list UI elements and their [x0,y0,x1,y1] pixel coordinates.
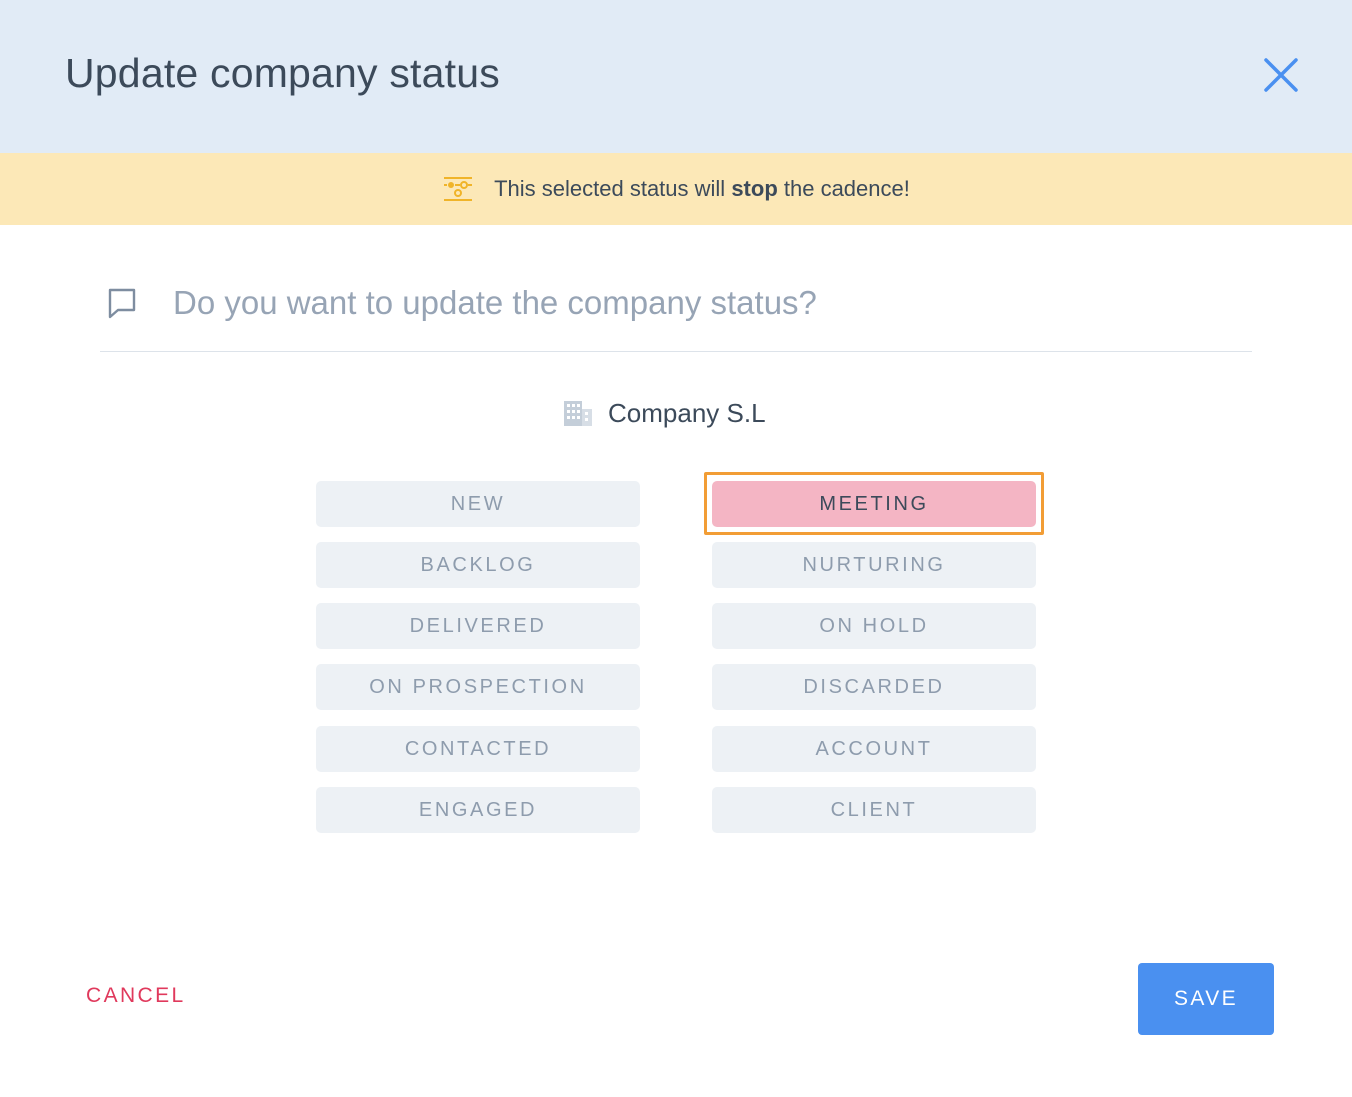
update-status-modal: Update company status This selected stat… [0,0,1352,1097]
comment-icon [108,288,136,319]
question-text: Do you want to update the company status… [173,284,817,321]
modal-header: Update company status [0,0,1352,153]
company-label: Company S.L [562,396,766,430]
warning-banner: This selected status will stop the caden… [0,153,1352,225]
status-on-prospection-button[interactable]: ON PROSPECTION [316,664,640,710]
building-icon [564,401,592,426]
warning-text-before: This selected status will [494,176,732,201]
status-client-button[interactable]: CLIENT [712,787,1036,833]
status-discarded-button[interactable]: DISCARDED [712,664,1036,710]
save-button[interactable]: SAVE [1138,963,1274,1035]
status-engaged-button[interactable]: ENGAGED [316,787,640,833]
warning-text-after: the cadence! [777,176,910,201]
status-contacted-button[interactable]: CONTACTED [316,726,640,772]
status-new-button[interactable]: NEW [316,481,640,527]
warning-text-bold: stop [731,176,778,201]
status-account-button[interactable]: ACCOUNT [712,726,1036,772]
status-meeting-button[interactable]: MEETING [712,481,1036,527]
modal-title: Update company status [65,50,500,96]
status-backlog-button[interactable]: BACKLOG [316,542,640,588]
status-delivered-button[interactable]: DELIVERED [316,603,640,649]
status-on-hold-button[interactable]: ON HOLD [712,603,1036,649]
company-name: Company S.L [608,397,766,428]
status-nurturing-button[interactable]: NURTURING [712,542,1036,588]
warning-text: This selected status will stop the caden… [494,176,910,202]
sliders-icon [444,177,473,201]
close-button[interactable] [1260,54,1302,96]
cancel-button[interactable]: CANCEL [86,984,186,1008]
question-row: Do you want to update the company status… [100,282,1252,352]
close-icon [1264,58,1298,92]
